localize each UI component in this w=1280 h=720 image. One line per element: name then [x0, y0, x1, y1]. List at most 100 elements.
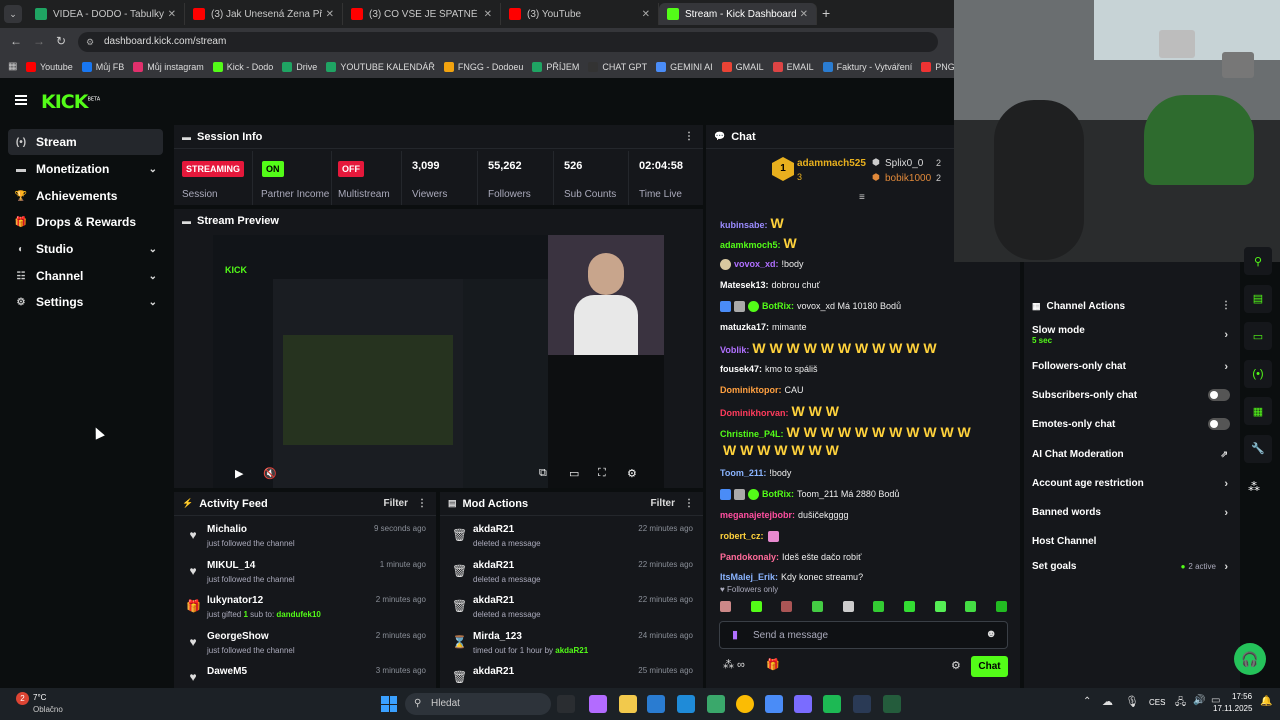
- browser-tab[interactable]: VIDEA - DODO - Tabulky Googl ✕: [27, 3, 185, 25]
- feed-username[interactable]: DaweM5: [207, 666, 247, 677]
- chevron-right-icon[interactable]: ›: [1224, 478, 1228, 490]
- onedrive-icon[interactable]: ☁: [1102, 695, 1113, 708]
- multistream-off-badge[interactable]: OFF: [338, 161, 364, 177]
- mic-icon[interactable]: ▮: [732, 628, 738, 641]
- send-chat-button[interactable]: Chat: [971, 656, 1008, 677]
- feed-username[interactable]: Mirda_123: [473, 631, 522, 642]
- apps-grid-icon[interactable]: ▦: [8, 61, 17, 72]
- mute-icon[interactable]: 🔇: [263, 467, 277, 480]
- spotify-icon[interactable]: [823, 695, 841, 713]
- channel-action-emotes-only-chat[interactable]: Emotes-only chat: [1024, 410, 1240, 439]
- emote-icon[interactable]: [934, 601, 946, 612]
- copilot-icon[interactable]: [589, 695, 607, 713]
- clock-time[interactable]: 17:56: [1232, 692, 1252, 701]
- close-tab-icon[interactable]: ✕: [800, 9, 808, 20]
- emote-icon[interactable]: [842, 601, 854, 612]
- chat-message[interactable]: Christine_P4L: W W W W W W W W W W W: [720, 423, 1014, 441]
- new-tab-button[interactable]: +: [822, 5, 830, 21]
- chat-message[interactable]: BotRix: Toom_211 Má 2880 Bodů: [720, 485, 1014, 503]
- bookmark-item[interactable]: Můj FB: [81, 62, 124, 72]
- chevron-down-icon[interactable]: ⌄: [149, 297, 157, 308]
- channel-action-followers-only-chat[interactable]: Followers-only chat ›: [1024, 352, 1240, 381]
- sidebar-item-stream[interactable]: (•) Stream: [8, 129, 163, 155]
- feed-row[interactable]: 🗑 akdaR21 22 minutes ago deleted a message: [440, 521, 703, 556]
- close-tab-icon[interactable]: ✕: [326, 9, 334, 20]
- channel-action-set-goals[interactable]: Set goals › ● 2 active: [1024, 552, 1240, 581]
- chat-username[interactable]: BotRix:: [762, 489, 794, 499]
- microphone-icon[interactable]: 🎙: [1125, 695, 1139, 708]
- leaderboard-name[interactable]: adammach525: [797, 158, 866, 169]
- feed-row[interactable]: ♥ Michalio 9 seconds ago just followed the …: [174, 521, 436, 556]
- chat-username[interactable]: Matesek13:: [720, 280, 769, 290]
- chat-username[interactable]: Dominikhorvan:: [720, 408, 789, 418]
- feed-username[interactable]: akdaR21: [473, 560, 514, 571]
- chat-username[interactable]: BotRix:: [762, 301, 794, 311]
- chat-username[interactable]: adamkmoch5:: [720, 240, 781, 250]
- bookmark-item[interactable]: Youtube: [26, 62, 73, 72]
- bookmark-item[interactable]: Faktury - Vytváření: [822, 62, 912, 72]
- emote-icon[interactable]: [720, 601, 731, 612]
- bookmark-item[interactable]: Drive: [282, 62, 317, 72]
- emote-icon[interactable]: [903, 601, 915, 612]
- clock-date[interactable]: 17.11.2025: [1213, 704, 1252, 713]
- external-link-icon[interactable]: ⇗: [1220, 449, 1228, 460]
- chat-message[interactable]: Dominiktopor: CAU: [720, 381, 1014, 399]
- activity-menu-icon[interactable]: ⋮: [417, 498, 427, 509]
- channel-actions-menu-icon[interactable]: ⋮: [1221, 300, 1231, 311]
- app-icon[interactable]: [883, 695, 901, 713]
- volume-icon[interactable]: 🔊: [1193, 695, 1205, 706]
- tray-chevron-icon[interactable]: ⌃: [1083, 696, 1091, 707]
- menu-icon[interactable]: [15, 95, 27, 105]
- bookmark-item[interactable]: CHAT GPT: [588, 62, 647, 72]
- toggle-switch[interactable]: [1208, 418, 1230, 430]
- close-tab-icon[interactable]: ✕: [484, 9, 492, 20]
- bookmark-item[interactable]: YOUTUBE KALENDÁŘ: [326, 62, 435, 72]
- feed-row[interactable]: 🗑 akdaR21 22 minutes ago deleted a message: [440, 557, 703, 592]
- task-view-icon[interactable]: [557, 695, 575, 713]
- keyboard-language[interactable]: CES: [1149, 698, 1165, 707]
- feed-username[interactable]: Michalio: [207, 524, 247, 535]
- chat-message[interactable]: fousek47: kmo to spáliš: [720, 360, 1014, 378]
- bookmark-item[interactable]: FNGG - Dodoeu: [443, 62, 523, 72]
- mod-filter-button[interactable]: Filter: [651, 498, 675, 509]
- feed-username[interactable]: lukynator12: [207, 595, 263, 606]
- activity-filter-button[interactable]: Filter: [384, 498, 408, 509]
- chat-icon[interactable]: ▭: [1244, 322, 1272, 350]
- fullscreen-icon[interactable]: ⛶: [598, 467, 606, 480]
- chat-points-icon[interactable]: ⁂ ∞: [723, 658, 745, 671]
- feed-row[interactable]: ⌛ Mirda_123 24 minutes ago timed out for 1 …: [440, 628, 703, 663]
- layout-icon[interactable]: ▦: [1244, 397, 1272, 425]
- chat-message[interactable]: BotRix: vovox_xd Má 10180 Bodů: [720, 297, 1014, 315]
- mod-menu-icon[interactable]: ⋮: [684, 498, 694, 509]
- toggle-switch[interactable]: [1208, 389, 1230, 401]
- shared-link-icon[interactable]: ⁂: [1248, 480, 1260, 494]
- pin-icon[interactable]: ⚲: [1244, 247, 1272, 275]
- windows-start-icon[interactable]: [381, 696, 397, 712]
- emote-icon[interactable]: [965, 601, 977, 612]
- browser-tab[interactable]: Stream - Kick Dashboard ✕: [659, 3, 817, 25]
- browser-tab[interactable]: (3) Jak Unesená Žena Přežila 8 ✕: [185, 3, 343, 25]
- chat-username[interactable]: Pandokonaly:: [720, 552, 779, 562]
- pip-icon[interactable]: ⧉: [539, 467, 547, 480]
- feed-row[interactable]: ♥ MIKUL_14 1 minute ago just followed the c…: [174, 557, 436, 592]
- emote-icon[interactable]: [811, 601, 823, 612]
- chat-message[interactable]: meganajetejbobr: dušičekgggg: [720, 506, 1014, 524]
- reload-icon[interactable]: ↻: [56, 34, 66, 48]
- partner-on-badge[interactable]: ON: [262, 161, 284, 177]
- chevron-down-icon[interactable]: ⌄: [149, 244, 157, 255]
- feed-row[interactable]: ♥ DaweM5 3 minutes ago: [174, 663, 436, 688]
- sidebar-item-drops-rewards[interactable]: 🎁 Drops & Rewards: [8, 209, 163, 235]
- chat-username[interactable]: meganajetejbobr:: [720, 510, 795, 520]
- chevron-right-icon[interactable]: ›: [1224, 329, 1228, 341]
- sidebar-item-channel[interactable]: ☷ Channel ⌄: [8, 263, 163, 289]
- kick-logo[interactable]: KICKBETA: [41, 91, 100, 113]
- notification-bell-icon[interactable]: 🔔: [1260, 696, 1272, 707]
- url-field[interactable]: ⚙ dashboard.kick.com/stream: [78, 32, 938, 52]
- feed-username[interactable]: akdaR21: [473, 524, 514, 535]
- feed-row[interactable]: 🗑 akdaR21 22 minutes ago deleted a message: [440, 592, 703, 627]
- network-icon[interactable]: 🖧: [1175, 695, 1186, 712]
- emote-icon[interactable]: [995, 601, 1007, 612]
- support-headset-icon[interactable]: 🎧: [1234, 643, 1266, 675]
- chevron-right-icon[interactable]: ›: [1224, 561, 1228, 573]
- sidebar-item-monetization[interactable]: ▬ Monetization ⌄: [8, 156, 163, 182]
